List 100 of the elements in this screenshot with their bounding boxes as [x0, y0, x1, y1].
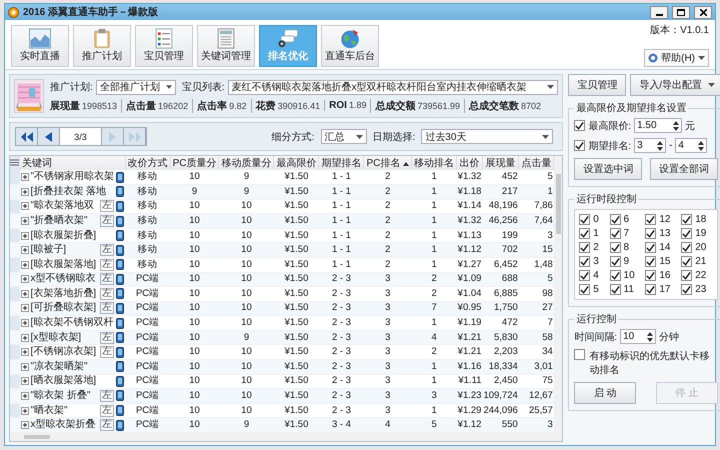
expand-icon[interactable]: [20, 202, 28, 210]
expand-icon[interactable]: [20, 334, 28, 342]
rank-from-field[interactable]: 3: [634, 138, 666, 153]
expand-icon[interactable]: [20, 304, 28, 312]
table-cell: 4: [412, 330, 457, 345]
hour-label: 20: [695, 242, 706, 253]
checkbox[interactable]: [681, 256, 692, 267]
expand-icon[interactable]: [20, 275, 28, 284]
expand-icon[interactable]: [20, 377, 28, 386]
help-button[interactable]: 帮助(H): [644, 49, 709, 67]
column-header[interactable]: 改价方式: [125, 156, 170, 170]
expand-icon[interactable]: [20, 260, 28, 269]
checkbox[interactable]: [610, 270, 621, 281]
filter-dropdown[interactable]: 过去30天: [421, 129, 554, 144]
expand-icon[interactable]: [20, 232, 28, 240]
maximize-button[interactable]: [672, 6, 690, 18]
checkbox[interactable]: [681, 214, 692, 225]
checkbox[interactable]: [681, 228, 692, 239]
checkbox[interactable]: [645, 242, 656, 253]
toolbar-button[interactable]: 宝贝管理: [135, 25, 193, 67]
table-cell: 2: [412, 272, 457, 287]
checkbox[interactable]: [610, 242, 621, 253]
checkbox[interactable]: [645, 214, 656, 225]
column-header[interactable]: 期望排名: [318, 156, 364, 170]
expand-icon[interactable]: [20, 392, 28, 400]
checkbox[interactable]: [681, 270, 692, 281]
keyword-text: "晾衣架落地双: [30, 200, 96, 212]
column-header[interactable]: 最高限价: [274, 156, 319, 170]
set-keywords-button[interactable]: 设置选中词: [574, 158, 642, 180]
spin-arrows-icon[interactable]: [657, 140, 664, 150]
column-header[interactable]: PC质量分: [170, 156, 219, 170]
expand-icon[interactable]: [20, 406, 28, 415]
horizontal-scrollbar[interactable]: [10, 433, 562, 441]
item-manage-button[interactable]: 宝贝管理: [568, 74, 626, 96]
checkbox[interactable]: [579, 284, 590, 295]
checkbox[interactable]: [681, 284, 692, 295]
toolbar-button[interactable]: 推广计划: [73, 25, 131, 67]
checkbox[interactable]: [645, 228, 656, 239]
spin-arrows-icon[interactable]: [647, 332, 654, 342]
table-cell: 3: [518, 418, 554, 432]
column-header[interactable]: 关键词: [20, 156, 126, 170]
table-cell: 2 - 3: [318, 272, 364, 287]
expand-icon[interactable]: [20, 319, 28, 328]
column-header[interactable]: 出价: [456, 156, 482, 170]
filter-dropdown[interactable]: 汇总: [320, 129, 366, 144]
checkbox[interactable]: [610, 256, 621, 267]
column-header[interactable]: 点击量: [518, 156, 554, 170]
expand-icon[interactable]: [20, 421, 28, 430]
item-dropdown[interactable]: 麦红不锈钢晾衣架落地折叠x型双杆晾衣杆阳台室内挂衣伸缩晒衣架: [228, 80, 558, 94]
checkbox[interactable]: [610, 284, 621, 295]
checkbox[interactable]: [681, 242, 692, 253]
caret-icon: [547, 85, 554, 89]
caret-icon: [698, 56, 705, 60]
interval-field[interactable]: 10: [620, 329, 656, 344]
checkbox[interactable]: [574, 140, 586, 151]
import-export-dropdown[interactable]: 导入/导出配置: [630, 74, 720, 96]
checkbox[interactable]: [610, 228, 621, 239]
checkbox[interactable]: [579, 270, 590, 281]
checkbox[interactable]: [645, 256, 656, 267]
column-header[interactable]: 展现量: [482, 156, 519, 170]
expand-icon[interactable]: [20, 217, 28, 226]
table-cell: ¥1.50: [274, 257, 319, 272]
table-cell: ¥1.50: [274, 301, 319, 316]
expand-icon[interactable]: [20, 362, 28, 371]
toolbar-button[interactable]: 实时直播: [11, 25, 69, 67]
area-chart-icon: [28, 28, 52, 49]
vertical-scrollbar[interactable]: [554, 156, 562, 433]
expand-icon[interactable]: [20, 188, 28, 196]
close-button[interactable]: [694, 6, 712, 18]
spin-arrows-icon[interactable]: [673, 120, 680, 130]
expand-icon[interactable]: [20, 246, 28, 254]
checkbox[interactable]: [579, 242, 590, 253]
checkbox[interactable]: [574, 120, 586, 131]
checkbox[interactable]: [579, 256, 590, 267]
spin-arrows-icon[interactable]: [698, 140, 704, 150]
minimize-button[interactable]: [650, 6, 668, 18]
expand-icon[interactable]: [20, 173, 28, 182]
max-price-field[interactable]: 1.50: [634, 118, 682, 133]
table-cell: ¥1.50: [274, 242, 319, 258]
rank-to-field[interactable]: 4: [675, 138, 708, 153]
plan-dropdown[interactable]: 全部推广计划: [96, 80, 176, 94]
checkbox[interactable]: [574, 349, 586, 360]
column-header[interactable]: 移动排名: [412, 156, 457, 170]
checkbox[interactable]: [610, 214, 621, 225]
column-header[interactable]: 移动质量分: [218, 156, 274, 170]
keyword-text: "晾衣架 折叠": [30, 390, 92, 402]
checkbox[interactable]: [645, 284, 656, 295]
toolbar-button[interactable]: 直通车后台: [321, 25, 379, 67]
checkbox[interactable]: [579, 214, 590, 225]
table-cell: PC端: [125, 272, 170, 287]
start-button[interactable]: 启 动: [574, 382, 636, 404]
previous-page-button[interactable]: [38, 128, 60, 145]
expand-icon[interactable]: [20, 348, 28, 356]
toolbar-button[interactable]: 关键词管理: [197, 25, 255, 67]
expand-icon[interactable]: [20, 290, 28, 298]
checkbox[interactable]: [579, 228, 590, 239]
checkbox[interactable]: [645, 270, 656, 281]
first-page-button[interactable]: [16, 128, 38, 145]
set-keywords-button[interactable]: 设置全部词: [650, 158, 718, 180]
column-header[interactable]: PC排名: [364, 156, 412, 170]
